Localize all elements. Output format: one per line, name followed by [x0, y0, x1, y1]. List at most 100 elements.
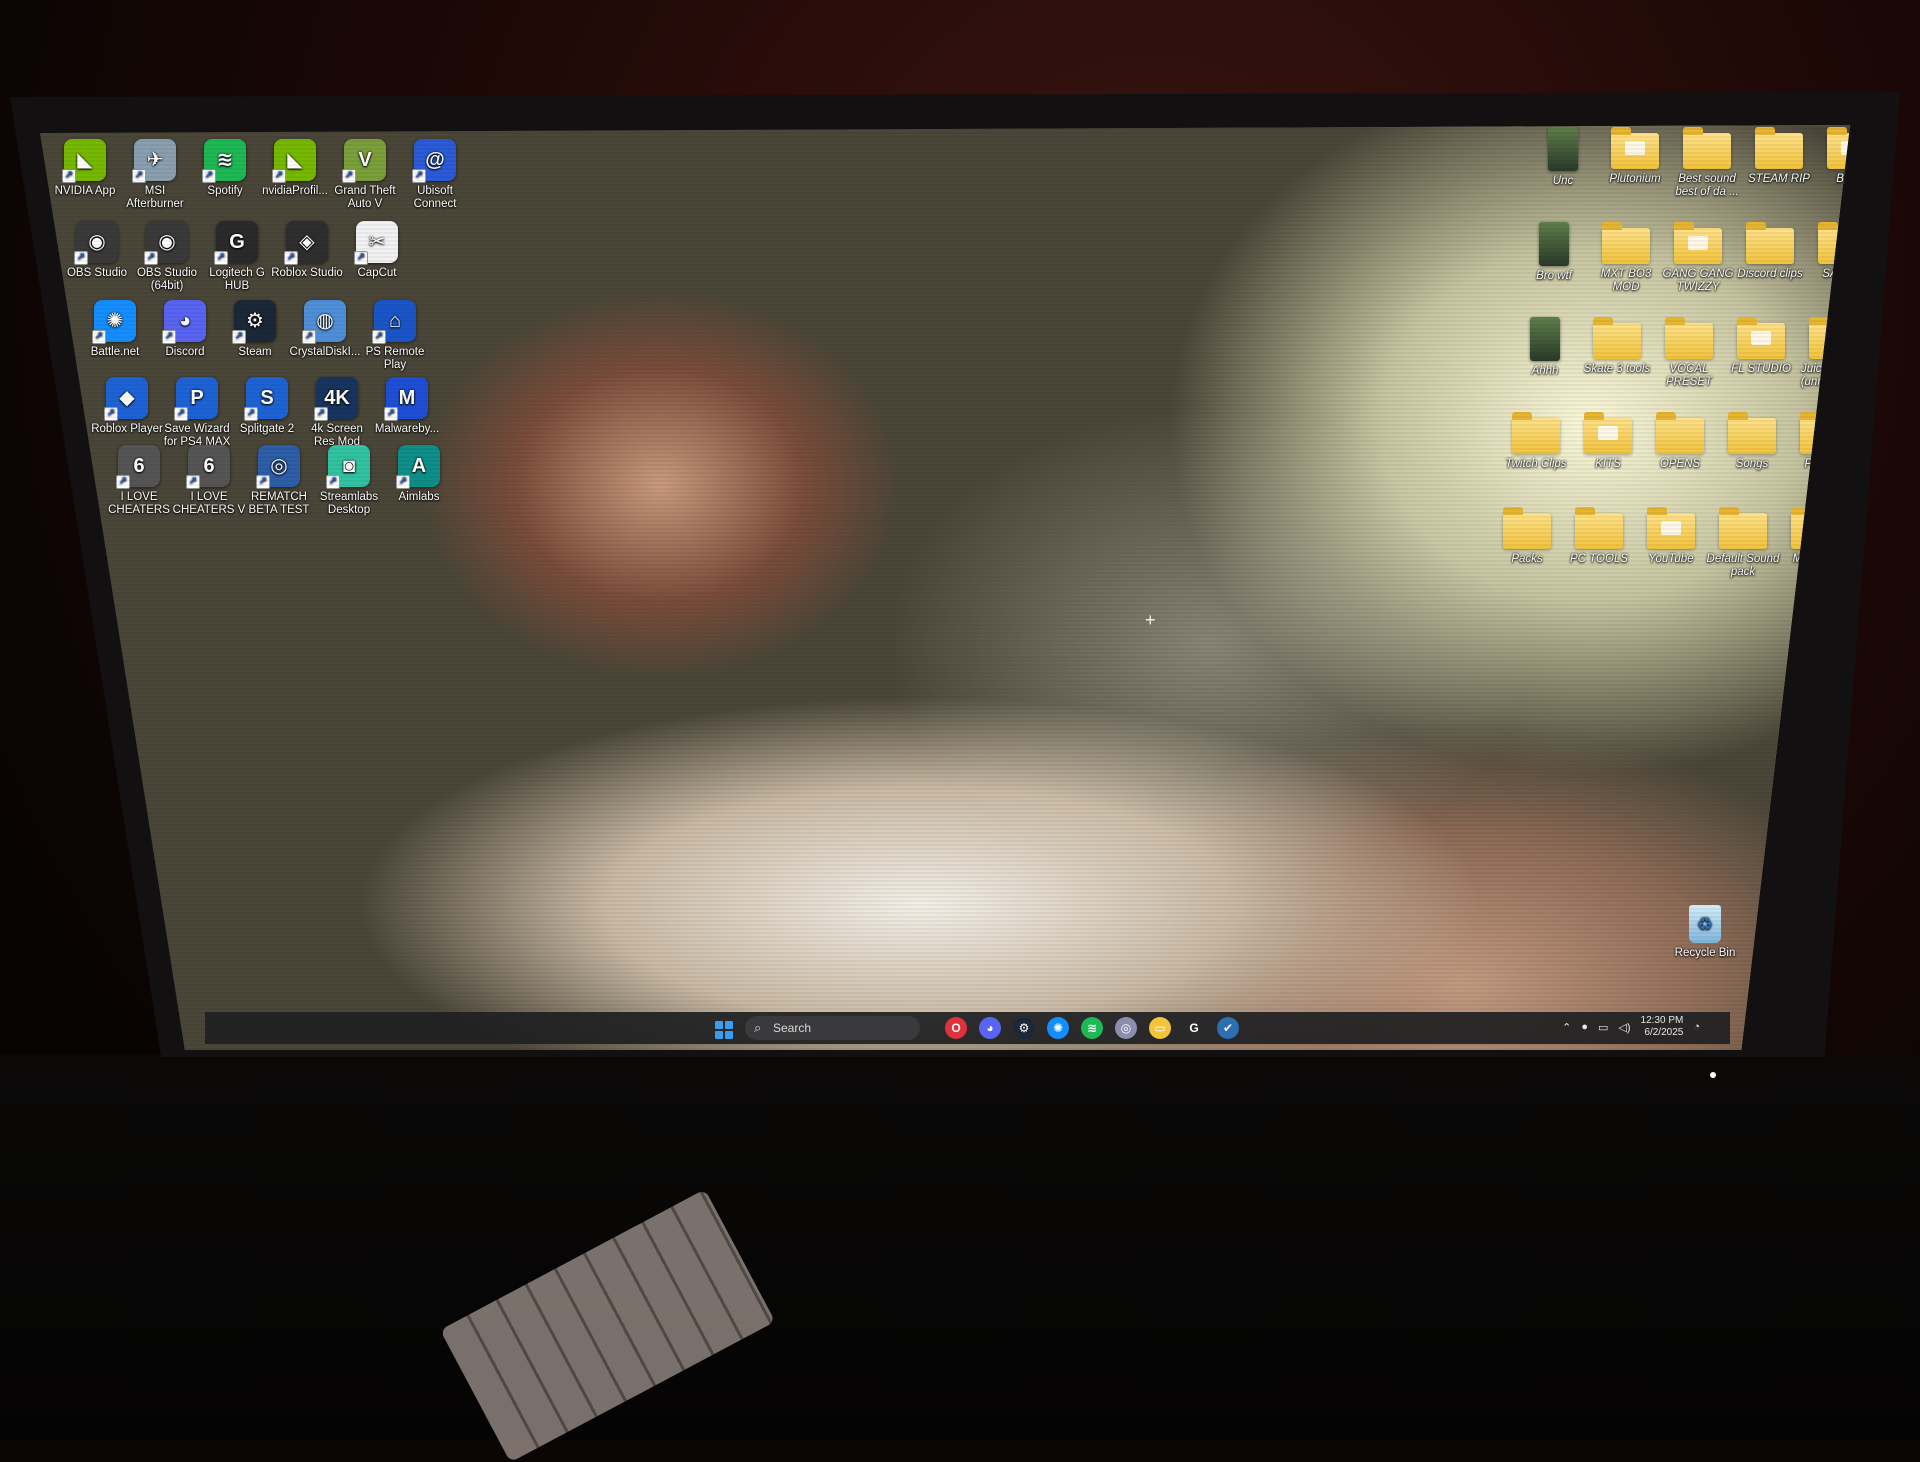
desktop-shortcut[interactable]: 6 ↗ I LOVE CHEATERS V — [172, 445, 246, 517]
desktop-shortcut[interactable]: M ↗ Malwareby... — [370, 377, 444, 436]
desktop-shortcut[interactable]: 4K ↗ 4k Screen Res Mod — [300, 377, 374, 449]
desktop-image-file[interactable]: Bro wtf — [1517, 222, 1591, 283]
desktop-item-label: Discord clips — [1737, 268, 1803, 280]
microphone-icon[interactable]: ● — [1581, 1021, 1588, 1033]
desktop-folder[interactable]: STEAM RIP — [1742, 127, 1816, 186]
desktop-image-file[interactable]: Unc — [1526, 127, 1600, 188]
desktop-folder[interactable]: PC TOOLS — [1562, 507, 1636, 566]
shortcut-arrow-icon: ↗ — [354, 251, 368, 265]
clock-time: 12:30 PM — [1640, 1015, 1684, 1026]
desktop-shortcut[interactable]: 6 ↗ I LOVE CHEATERS — [102, 445, 176, 517]
logitech-ghub-icon[interactable]: G — [1183, 1017, 1205, 1039]
shortcut-arrow-icon: ↗ — [92, 330, 106, 344]
opera-gx-icon[interactable]: O — [945, 1017, 967, 1039]
desktop-folder[interactable]: Discord clips — [1733, 222, 1807, 281]
spotify-icon[interactable]: ≋ — [1081, 1017, 1103, 1039]
desktop-shortcut[interactable]: P ↗ Save Wizard for PS4 MAX — [160, 377, 234, 449]
desktop-shortcut[interactable]: ◍ ↗ CrystalDiskI... — [288, 300, 362, 359]
folder-icon — [1755, 127, 1803, 169]
file-explorer-icon[interactable]: ▭ — [1149, 1017, 1171, 1039]
desktop-folder[interactable]: Twitch Clips — [1499, 412, 1573, 471]
desktop-shortcut-label: PS Remote Play — [365, 346, 425, 371]
taskbar-search[interactable]: ⌕ Search — [745, 1016, 920, 1040]
chrome-icon[interactable]: ◎ — [1115, 1017, 1137, 1039]
folder-icon — [1746, 222, 1794, 264]
desk-surface — [0, 1055, 1920, 1440]
chevron-up-icon[interactable]: ⌃ — [1562, 1021, 1571, 1034]
desktop-folder[interactable]: YouTube — [1634, 507, 1708, 566]
desktop-shortcut-label: NVIDIA App — [54, 185, 116, 197]
desktop-shortcut[interactable]: ◎ ↗ REMATCH BETA TEST — [242, 445, 316, 517]
desktop-screen[interactable]: + ◣ ↗ NVIDIA App ✈ ↗ MSI Afterburner ≋ ↗ Spotify… — [40, 125, 1850, 1050]
desktop-image-file[interactable]: Ahhh — [1508, 317, 1582, 378]
desktop-folder[interactable]: Default Sound pack — [1706, 507, 1780, 579]
volume-icon[interactable]: ◁) — [1618, 1021, 1630, 1034]
desktop-shortcut[interactable]: G ↗ Logitech G HUB — [200, 221, 274, 293]
desktop-folder[interactable]: VOCAL PRESET — [1652, 317, 1726, 389]
desktop-folder[interactable]: GANG GANG TWIZZY — [1661, 222, 1735, 294]
desktop-shortcut-label: REMATCH BETA TEST — [248, 491, 310, 516]
desktop-folder[interactable]: MXT BO3 MOD — [1589, 222, 1663, 294]
desktop-shortcut[interactable]: ◉ ↗ OBS Studio (64bit) — [130, 221, 204, 293]
battlenet-icon[interactable]: ✺ — [1047, 1017, 1069, 1039]
taskbar: ⌕ Search O ◕ ⚙ ✺ ≋ ◎ ▭ G ✔ ⌃ ● ▭ ◁) 12:30 PM 6/2… — [205, 1012, 1730, 1044]
desktop-shortcut-label: I LOVE CHEATERS V — [172, 491, 246, 516]
folder-icon — [1602, 222, 1650, 264]
shortcut-arrow-icon: ↗ — [174, 407, 188, 421]
battlenet-icon: ✺ ↗ — [92, 300, 136, 344]
folder-icon — [1737, 317, 1785, 359]
desktop-folder[interactable]: Packs — [1490, 507, 1564, 566]
desktop-shortcut-label: Discord — [165, 346, 205, 358]
desktop-shortcut[interactable]: V ↗ Grand Theft Auto V — [328, 139, 402, 211]
clock[interactable]: 12:30 PM 6/2/2025 — [1641, 1015, 1684, 1039]
desktop-item-label: Plutonium — [1609, 173, 1661, 185]
shortcut-arrow-icon: ↗ — [214, 251, 228, 265]
roblox-studio-icon: ◈ ↗ — [284, 221, 328, 265]
desktop-shortcut[interactable]: @ ↗ Ubisoft Connect — [398, 139, 472, 211]
desktop-item-label: Songs — [1735, 458, 1769, 470]
recycle-bin[interactable]: ♻ Recycle Bin — [1668, 905, 1742, 960]
capcut-icon: ✂ ↗ — [354, 221, 398, 265]
desktop-folder[interactable]: FL STUDIO — [1724, 317, 1798, 376]
desktop-shortcut[interactable]: ✂ ↗ CapCut — [340, 221, 414, 280]
desktop-folder[interactable]: Plutonium — [1598, 127, 1672, 186]
desktop-shortcut-label: OBS Studio (64bit) — [136, 267, 198, 292]
roblox-player-icon: ◆ ↗ — [104, 377, 148, 421]
network-icon[interactable]: ▭ — [1598, 1021, 1608, 1034]
start-button[interactable] — [715, 1021, 733, 1039]
desktop-shortcut[interactable]: ≋ ↗ Spotify — [188, 139, 262, 198]
folder-icon — [1683, 127, 1731, 169]
desktop-shortcut-label: Steam — [238, 346, 272, 358]
steam-vr-icon[interactable]: ✔ — [1217, 1017, 1239, 1039]
shortcut-arrow-icon: ↗ — [384, 407, 398, 421]
desktop-shortcut[interactable]: ◕ ↗ Discord — [148, 300, 222, 359]
desktop-shortcut[interactable]: ⌂ ↗ PS Remote Play — [358, 300, 432, 372]
desktop-folder[interactable]: Songs — [1715, 412, 1789, 471]
desktop-item-label: MXT BO3 MOD — [1600, 268, 1652, 293]
folder-icon — [1512, 412, 1560, 454]
desktop-shortcut[interactable]: ◉ ↗ OBS Studio — [60, 221, 134, 280]
steam-icon[interactable]: ⚙ — [1013, 1017, 1035, 1039]
desktop-shortcut-label: I LOVE CHEATERS — [108, 491, 170, 516]
desktop-folder[interactable]: Skate 3 tools — [1580, 317, 1654, 376]
discord-icon[interactable]: ◕ — [979, 1017, 1001, 1039]
desktop-shortcut-label: Malwareby... — [374, 423, 440, 435]
desktop-shortcut[interactable]: ◈ ↗ Roblox Studio — [270, 221, 344, 280]
desktop-shortcut[interactable]: ◣ ↗ NVIDIA App — [48, 139, 122, 198]
folder-icon — [1728, 412, 1776, 454]
desktop-shortcut[interactable]: ✈ ↗ MSI Afterburner — [118, 139, 192, 211]
notification-icon[interactable]: ◔ — [1693, 1021, 1700, 1033]
desktop-shortcut[interactable]: ◆ ↗ Roblox Player — [90, 377, 164, 436]
desktop-shortcut[interactable]: ⚙ ↗ Steam — [218, 300, 292, 359]
desktop-shortcut[interactable]: S ↗ Splitgate 2 — [230, 377, 304, 436]
malwarebytes-icon: M ↗ — [384, 377, 428, 421]
desktop-shortcut[interactable]: ◣ ↗ nvidiaProfil... — [258, 139, 332, 198]
shortcut-arrow-icon: ↗ — [272, 169, 286, 183]
desktop-shortcut[interactable]: A ↗ Aimlabs — [382, 445, 456, 504]
desktop-shortcut[interactable]: ◙ ↗ Streamlabs Desktop — [312, 445, 386, 517]
desktop-folder[interactable]: Best sound best of da ... — [1670, 127, 1744, 199]
desktop-shortcut-label: Spotify — [207, 185, 243, 197]
desktop-folder[interactable]: KITS — [1571, 412, 1645, 471]
desktop-folder[interactable]: OPENS — [1643, 412, 1717, 471]
desktop-shortcut[interactable]: ✺ ↗ Battle.net — [78, 300, 152, 359]
